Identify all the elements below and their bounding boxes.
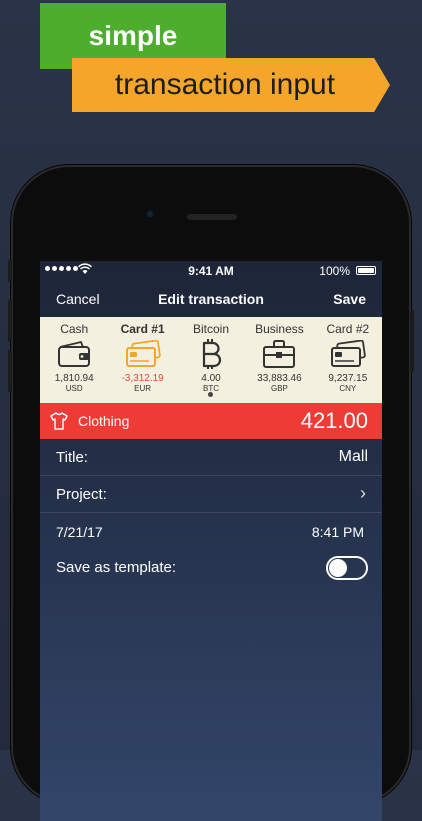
volume-up-button [8,300,12,342]
time-value[interactable]: 8:41 PM [312,524,364,540]
account-name: Bitcoin [193,322,230,336]
volume-down-button [8,350,12,392]
save-as-template-toggle[interactable] [326,556,368,580]
shirt-icon [50,412,68,435]
account-currency: USD [65,384,83,393]
phone-frame: 9:41 AM 100% Cancel Edit transaction Sav… [8,165,414,821]
front-camera [144,208,156,220]
title-value[interactable]: Mall [339,448,368,466]
title-label: Title: [56,449,88,466]
wallet-icon [56,338,92,370]
account-name: Business [255,322,304,336]
battery-icon [356,266,376,275]
bitcoin-icon [193,338,229,370]
account-card-2[interactable]: Card #2 9,237.15 CNY [314,317,382,403]
account-balance: 33,883.46 [257,373,302,384]
project-label: Project: [56,486,107,503]
account-card-1[interactable]: Card #1 -3,312.19 EUR [108,317,176,403]
account-balance: 9,237.15 [328,373,368,384]
template-label: Save as template: [56,559,177,576]
navigation-bar: Cancel Edit transaction Save [40,281,382,317]
account-currency: GBP [270,384,288,393]
credit-card-icon [125,338,161,370]
transaction-amount[interactable]: 421.00 [301,408,368,434]
banner-transaction-input: transaction input [72,58,390,112]
briefcase-icon [261,338,297,370]
project-row[interactable]: Project: › [40,476,382,513]
date-value[interactable]: 7/21/17 [56,524,103,540]
account-currency: CNY [339,384,357,393]
power-button [410,310,414,372]
title-row[interactable]: Title: Mall [40,439,382,476]
account-name: Cash [60,322,89,336]
account-cash[interactable]: Cash 1,810.94 USD [40,317,108,403]
earpiece-speaker [187,214,237,220]
app-screen: 9:41 AM 100% Cancel Edit transaction Sav… [40,261,382,821]
credit-card-icon [330,338,366,370]
battery-percent: 100% [319,264,350,278]
category-name: Clothing [78,413,130,429]
mute-switch [8,260,12,282]
account-balance: 1,810.94 [54,373,94,384]
page-title: Edit transaction [158,291,264,307]
category-bar[interactable]: Clothing 421.00 [40,403,382,439]
chevron-right-icon: › [360,483,366,503]
account-name: Card #1 [120,322,165,336]
account-selector[interactable]: Cash 1,810.94 USD Card #1 -3,312.19 EUR … [40,317,382,403]
status-bar: 9:41 AM 100% [40,261,382,281]
account-bitcoin[interactable]: Bitcoin 4.00 BTC [177,317,245,403]
account-name: Card #2 [326,322,370,336]
template-row: Save as template: [40,549,382,585]
save-button[interactable]: Save [333,291,366,307]
account-balance: 4.00 [201,373,221,384]
page-indicator-dot [208,392,213,397]
account-balance: -3,312.19 [121,373,164,384]
account-currency: EUR [134,384,152,393]
date-row[interactable]: 7/21/17 8:41 PM [40,513,382,549]
account-business[interactable]: Business 33,883.46 GBP [245,317,313,403]
